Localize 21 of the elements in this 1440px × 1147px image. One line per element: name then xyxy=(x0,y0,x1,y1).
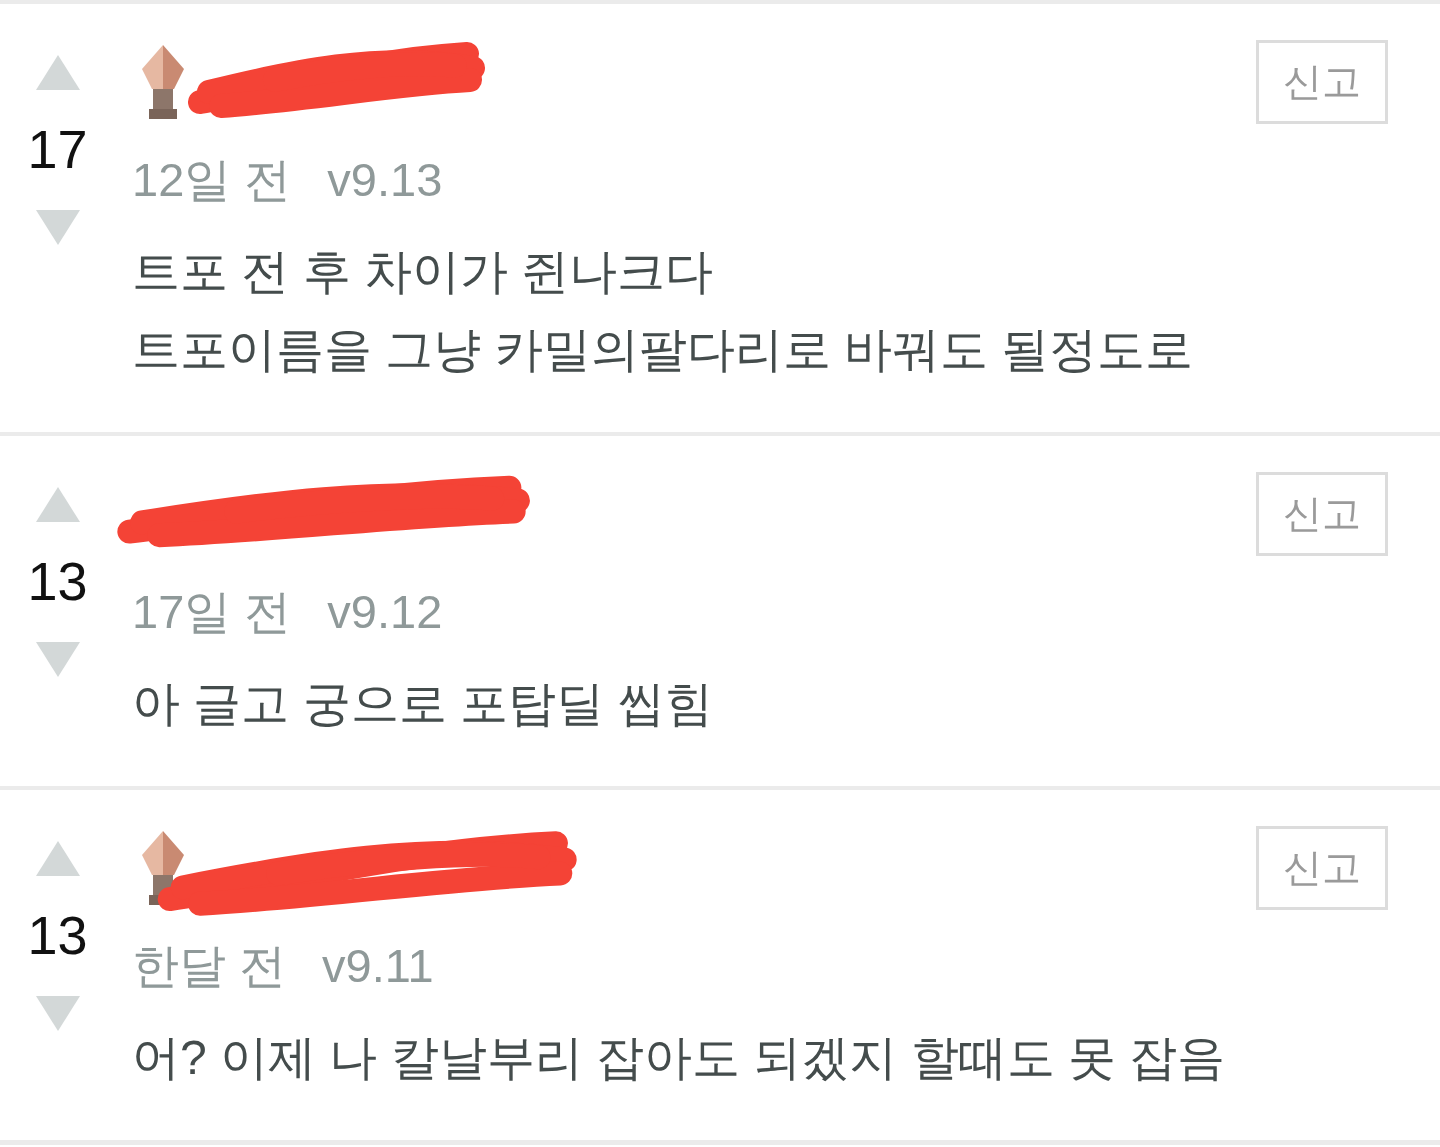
vote-count: 17 xyxy=(27,123,88,175)
post-time: 한달 전 xyxy=(132,938,287,994)
vote-count: 13 xyxy=(27,555,88,607)
post-time: 17일 전 xyxy=(132,584,292,640)
game-version: v9.12 xyxy=(327,584,443,640)
game-version: v9.13 xyxy=(327,152,443,208)
down-triangle-icon[interactable] xyxy=(35,642,80,677)
comment-text: 트포 전 후 차이가 쥔나크다 트포이름을 그냥 카밀의팔다리로 바꿔도 될정도로 xyxy=(132,244,1195,378)
report-button[interactable]: 신고 xyxy=(1256,40,1388,124)
post-time: 12일 전 xyxy=(132,152,292,208)
down-triangle-icon[interactable] xyxy=(35,210,80,245)
up-triangle-icon[interactable] xyxy=(35,55,80,90)
vote-count: 13 xyxy=(27,909,88,961)
report-button[interactable]: 신고 xyxy=(1256,826,1388,910)
report-button[interactable]: 신고 xyxy=(1256,472,1388,556)
up-triangle-icon[interactable] xyxy=(35,841,80,876)
comment-text: 아 글고 궁으로 포탑딜 씹힘 xyxy=(132,676,715,732)
up-triangle-icon[interactable] xyxy=(35,487,80,522)
down-triangle-icon[interactable] xyxy=(35,996,80,1031)
comment-text: 어? 이제 나 칼날부리 잡아도 되겠지 할때도 못 잡음 xyxy=(132,1030,1227,1086)
game-version: v9.11 xyxy=(322,938,434,994)
